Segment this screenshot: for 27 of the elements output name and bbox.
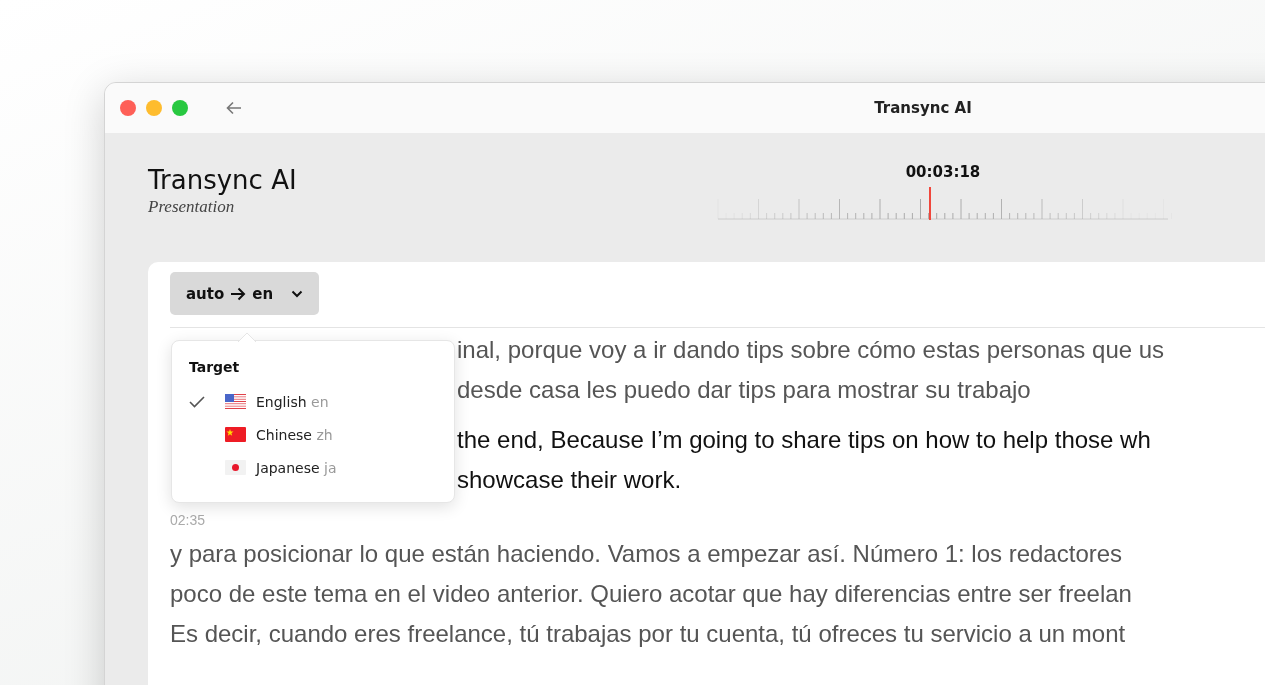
language-button[interactable]: auto en xyxy=(170,272,320,315)
flag-icon xyxy=(225,394,246,409)
window-title: Transync AI xyxy=(874,99,972,117)
arrow-right-icon xyxy=(230,286,247,301)
playback-time: 00:03:18 xyxy=(905,163,981,181)
original-text-line: desde casa les puedo dar tips para mostrar su trabajo xyxy=(457,375,1031,405)
flag-icon xyxy=(225,460,246,475)
flag-icon xyxy=(225,427,246,442)
original-text-line: poco de este tema en el video anterior. Quiero acotar que hay diferencias entre ser freelan xyxy=(170,579,1132,609)
checkmark-icon xyxy=(189,395,205,408)
app-name: Transync AI xyxy=(148,165,297,195)
language-option[interactable]: Chinese zh xyxy=(189,418,454,451)
original-text-line: y para posicionar lo que están haciendo. Vamos a empezar así. Número 1: los redactores xyxy=(170,539,1123,569)
translated-text-line: the end, Because I’m going to share tips on how to help those wh xyxy=(457,425,1151,455)
original-text-line: Es decir, cuando eres freelance, tú trabajas por tu cuenta, tú ofreces tu servicio a un mont xyxy=(170,619,1126,649)
back-arrow-icon[interactable] xyxy=(226,101,242,115)
timestamp: 02:35 xyxy=(170,512,206,528)
translated-text-line: showcase their work. xyxy=(457,465,682,495)
language-option[interactable]: Japanese ja xyxy=(189,451,454,484)
language-option[interactable]: English en xyxy=(189,385,454,418)
subtitle: Presentation xyxy=(148,197,235,217)
menu-heading: Target xyxy=(189,359,241,375)
minimize-icon[interactable] xyxy=(146,100,162,116)
maximize-icon[interactable] xyxy=(172,100,188,116)
original-text-line: inal, porque voy a ir dando tips sobre cómo estas personas que us xyxy=(457,335,1165,365)
close-icon[interactable] xyxy=(120,100,136,116)
chevron-down-icon xyxy=(291,289,304,298)
